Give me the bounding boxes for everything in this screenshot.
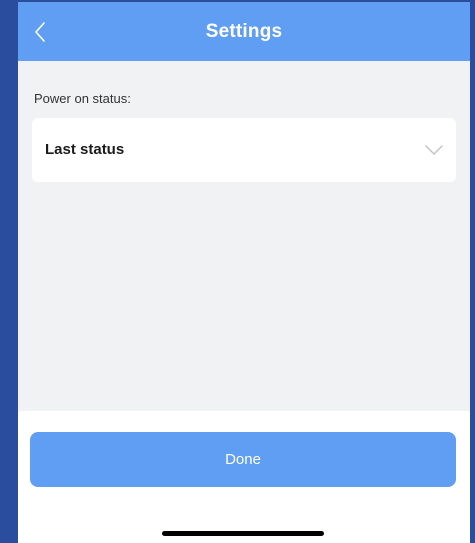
phone-screen: Settings Power on status: Last status Do… (18, 2, 470, 543)
page-title: Settings (205, 20, 283, 42)
power-on-status-label: Power on status: (34, 91, 131, 106)
done-button[interactable]: Done (30, 432, 456, 487)
footer: Done (18, 411, 470, 543)
back-button[interactable] (26, 18, 54, 46)
home-indicator[interactable] (162, 531, 324, 536)
chevron-down-icon (425, 145, 443, 155)
settings-content: Power on status: Last status (18, 61, 470, 411)
selected-value: Last status (45, 141, 125, 158)
power-on-status-select[interactable]: Last status (32, 118, 456, 182)
header-bar: Settings (18, 2, 470, 61)
chevron-left-icon (35, 22, 45, 42)
